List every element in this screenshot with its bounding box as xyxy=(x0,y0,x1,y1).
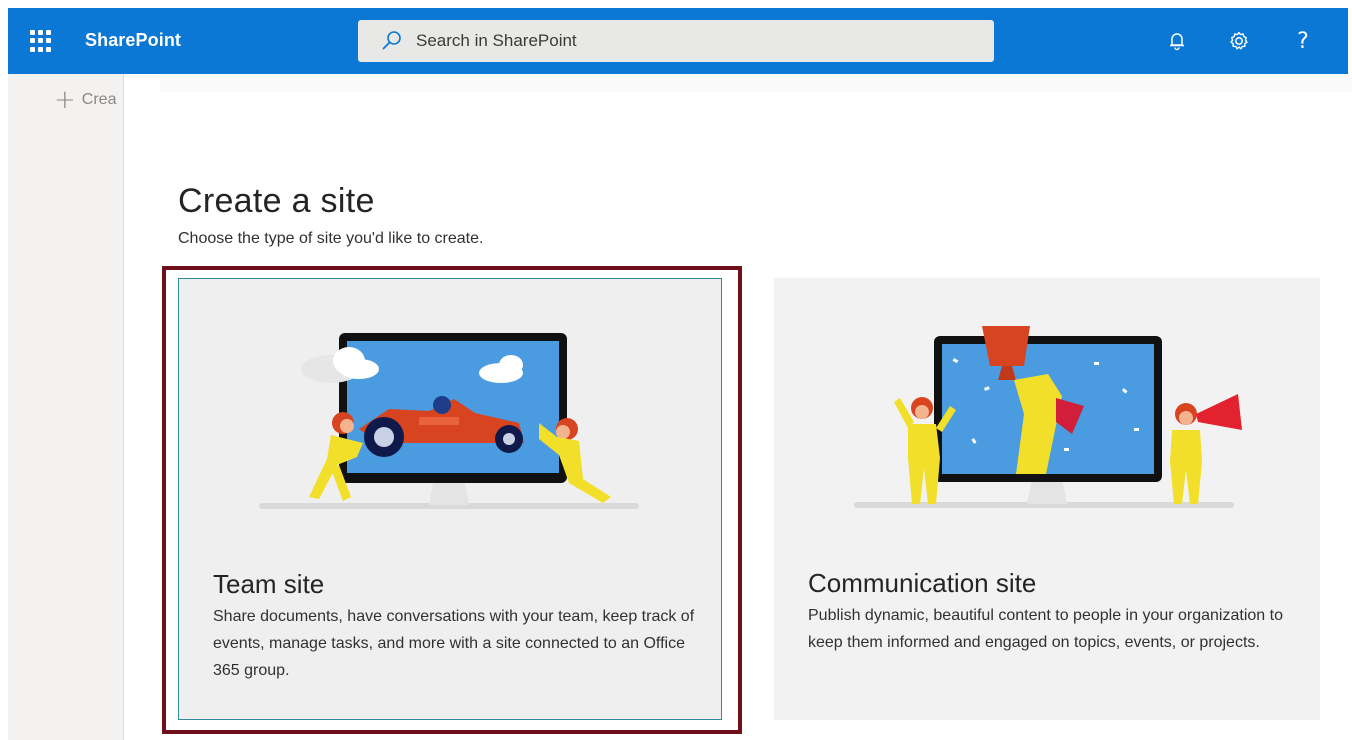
communication-site-description: Publish dynamic, beautiful content to pe… xyxy=(808,607,1283,651)
team-site-card[interactable]: Team site Share documents, have conversa… xyxy=(178,278,722,720)
search-input[interactable] xyxy=(416,31,956,51)
communication-site-card[interactable]: Communication site Publish dynamic, beau… xyxy=(774,278,1320,720)
create-site-button[interactable]: + Crea xyxy=(54,90,124,110)
suite-header: SharePoint ? xyxy=(0,0,1352,74)
team-site-title: Team site xyxy=(213,569,325,599)
team-site-illustration xyxy=(259,333,639,509)
gear-icon[interactable] xyxy=(1226,28,1252,54)
left-navigation: + Crea xyxy=(8,74,124,740)
search-box[interactable] xyxy=(358,20,994,62)
app-launcher-icon[interactable] xyxy=(26,27,54,55)
communication-site-title: Communication site xyxy=(808,568,1037,598)
search-icon xyxy=(382,31,401,50)
plus-icon: + xyxy=(54,90,76,110)
team-site-description: Share documents, have conversations with… xyxy=(213,608,695,679)
communication-site-illustration xyxy=(854,326,1242,508)
brand-link[interactable]: SharePoint xyxy=(85,30,181,51)
page-subtitle: Choose the type of site you'd like to cr… xyxy=(178,230,484,247)
create-label: Crea xyxy=(81,91,117,108)
bell-icon[interactable] xyxy=(1164,28,1190,54)
page-title: Create a site xyxy=(178,182,375,220)
panel-top-strip xyxy=(160,74,1352,92)
help-icon[interactable]: ? xyxy=(1290,28,1316,54)
suite-bar: SharePoint ? xyxy=(8,8,1348,74)
create-site-panel: Create a site Choose the type of site yo… xyxy=(124,74,1352,740)
